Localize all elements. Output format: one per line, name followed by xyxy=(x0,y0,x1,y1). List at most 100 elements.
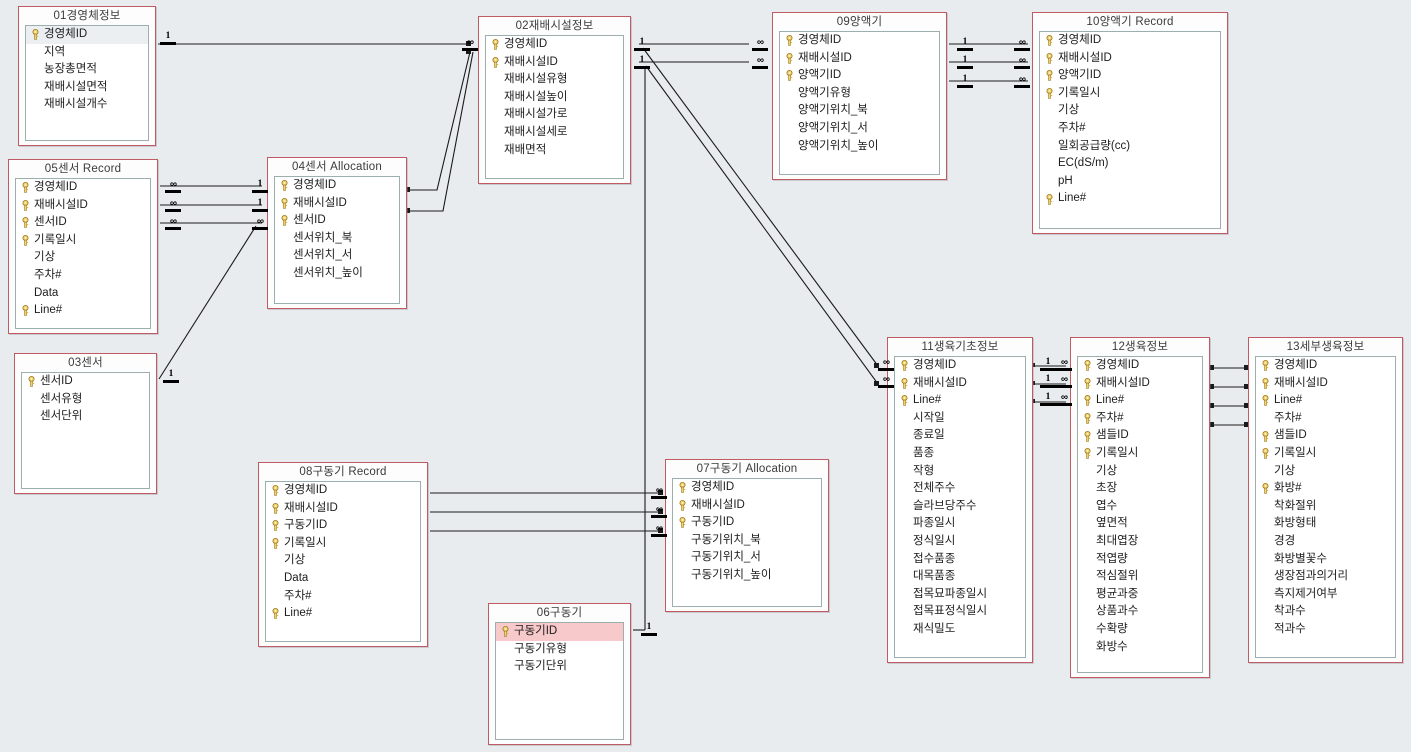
field-row[interactable]: 양액기위치_높이 xyxy=(780,138,939,156)
field-row[interactable]: 최대엽장 xyxy=(1078,533,1202,551)
field-row[interactable]: 측지제거여부 xyxy=(1256,586,1395,604)
field-row[interactable]: 화방별꽃수 xyxy=(1256,551,1395,569)
field-row[interactable]: 기상 xyxy=(16,249,150,267)
field-row[interactable]: 경영체ID xyxy=(16,179,150,197)
field-row[interactable]: 시작일 xyxy=(895,410,1025,428)
field-row[interactable]: 센서ID xyxy=(275,212,399,230)
field-row[interactable]: 구동기위치_높이 xyxy=(673,567,821,585)
field-row[interactable]: 착화절위 xyxy=(1256,498,1395,516)
field-row[interactable]: 재배시설ID xyxy=(16,197,150,215)
table-t13[interactable]: 13세부생육정보 경영체ID 재배시설ID Line# 주차# 샘들ID 기록일시 기상 화방#… xyxy=(1248,337,1403,663)
field-row[interactable]: Line# xyxy=(16,302,150,320)
field-row[interactable]: 센서유형 xyxy=(22,391,149,409)
field-row[interactable]: 파종일시 xyxy=(895,515,1025,533)
field-row[interactable]: 기록일시 xyxy=(266,535,420,553)
field-row[interactable]: 엽수 xyxy=(1078,498,1202,516)
field-row[interactable]: 일회공급량(cc) xyxy=(1040,138,1220,156)
field-row[interactable]: 주차# xyxy=(1040,120,1220,138)
field-row[interactable]: 재배시설면적 xyxy=(26,79,148,97)
field-row[interactable]: 착과수 xyxy=(1256,603,1395,621)
field-row[interactable]: 접수품종 xyxy=(895,551,1025,569)
field-row[interactable]: 재식밀도 xyxy=(895,621,1025,639)
table-t08[interactable]: 08구동기 Record 경영체ID 재배시설ID 구동기ID 기록일시 기상 Data 주차… xyxy=(258,462,428,647)
field-row[interactable]: 양액기ID xyxy=(1040,67,1220,85)
field-row[interactable]: 초장 xyxy=(1078,480,1202,498)
field-row[interactable]: EC(dS/m) xyxy=(1040,155,1220,173)
field-row[interactable]: Data xyxy=(266,570,420,588)
field-row[interactable]: 구동기ID xyxy=(673,514,821,532)
table-t12[interactable]: 12생육정보 경영체ID 재배시설ID Line# 주차# 샘들ID 기록일시 기상 초장 엽수 옆… xyxy=(1070,337,1210,678)
field-row[interactable]: 상품과수 xyxy=(1078,603,1202,621)
field-row[interactable]: 생장점과의거리 xyxy=(1256,568,1395,586)
field-row[interactable]: 샘들ID xyxy=(1078,427,1202,445)
field-row[interactable]: Line# xyxy=(266,605,420,623)
field-row[interactable]: 양액기유형 xyxy=(780,85,939,103)
field-row[interactable]: 경영체ID xyxy=(26,26,148,44)
field-row[interactable]: 재배시설ID xyxy=(1256,375,1395,393)
field-row[interactable]: 재배시설가로 xyxy=(486,106,623,124)
table-t03[interactable]: 03센서 센서ID 센서유형 센서단위 xyxy=(14,353,157,494)
field-row[interactable]: 옆면적 xyxy=(1078,515,1202,533)
field-row[interactable]: 재배시설ID xyxy=(895,375,1025,393)
field-row[interactable]: 재배시설ID xyxy=(673,497,821,515)
field-row[interactable]: 화방# xyxy=(1256,480,1395,498)
field-row[interactable]: 주차# xyxy=(266,588,420,606)
field-row[interactable]: 기상 xyxy=(1040,102,1220,120)
field-row[interactable]: 구동기유형 xyxy=(496,641,623,659)
field-row[interactable]: Line# xyxy=(1256,392,1395,410)
field-row[interactable]: 양액기위치_서 xyxy=(780,120,939,138)
field-row[interactable]: 센서위치_높이 xyxy=(275,265,399,283)
field-row[interactable]: 센서ID xyxy=(16,214,150,232)
field-row[interactable]: 슬라브당주수 xyxy=(895,498,1025,516)
field-row[interactable]: 정식일시 xyxy=(895,533,1025,551)
field-row[interactable]: 평균과중 xyxy=(1078,586,1202,604)
field-row[interactable]: 전체주수 xyxy=(895,480,1025,498)
field-row[interactable]: 기상 xyxy=(1256,463,1395,481)
field-row[interactable]: 재배시설높이 xyxy=(486,89,623,107)
field-row[interactable]: 재배시설ID xyxy=(486,54,623,72)
table-t11[interactable]: 11생육기초정보 경영체ID 재배시설ID Line# 시작일 종료일 품종 작형 전체주수 슬라… xyxy=(887,337,1033,663)
table-t05[interactable]: 05센서 Record 경영체ID 재배시설ID 센서ID 기록일시 기상 주차# Data L… xyxy=(8,159,158,334)
field-row[interactable]: 대목품종 xyxy=(895,568,1025,586)
field-row[interactable]: 접목표정식일시 xyxy=(895,603,1025,621)
field-row[interactable]: 적엽량 xyxy=(1078,551,1202,569)
table-t06[interactable]: 06구동기 구동기ID 구동기유형 구동기단위 xyxy=(488,603,631,745)
field-row[interactable]: 구동기위치_서 xyxy=(673,549,821,567)
field-row[interactable]: 경영체ID xyxy=(1078,357,1202,375)
field-row[interactable]: 재배시설ID xyxy=(266,500,420,518)
field-row[interactable]: 주차# xyxy=(16,267,150,285)
field-row[interactable]: 주차# xyxy=(1256,410,1395,428)
field-row[interactable]: 경영체ID xyxy=(486,36,623,54)
field-row[interactable]: 품종 xyxy=(895,445,1025,463)
field-row[interactable]: 적과수 xyxy=(1256,621,1395,639)
table-t04[interactable]: 04센서 Allocation 경영체ID 재배시설ID 센서ID 센서위치_북 센서위치… xyxy=(267,157,407,309)
field-row[interactable]: 농장총면적 xyxy=(26,61,148,79)
field-row[interactable]: Line# xyxy=(1040,190,1220,208)
field-row[interactable]: 화방수 xyxy=(1078,639,1202,657)
field-row[interactable]: 센서ID xyxy=(22,373,149,391)
field-row[interactable]: 센서단위 xyxy=(22,408,149,426)
field-row[interactable]: 재배시설세로 xyxy=(486,124,623,142)
table-t10[interactable]: 10양액기 Record 경영체ID 재배시설ID 양액기ID 기록일시 기상 주차# 일회공… xyxy=(1032,12,1228,234)
field-row[interactable]: 경영체ID xyxy=(1256,357,1395,375)
field-row[interactable]: 경경 xyxy=(1256,533,1395,551)
field-row[interactable]: 경영체ID xyxy=(266,482,420,500)
field-row[interactable]: 수확량 xyxy=(1078,621,1202,639)
field-row[interactable]: 재배면적 xyxy=(486,142,623,160)
field-row[interactable]: 양액기ID xyxy=(780,67,939,85)
field-row[interactable]: Line# xyxy=(895,392,1025,410)
field-row[interactable]: 기록일시 xyxy=(16,232,150,250)
field-row[interactable]: 주차# xyxy=(1078,410,1202,428)
field-row[interactable]: 구동기ID xyxy=(266,517,420,535)
field-row[interactable]: 재배시설ID xyxy=(1078,375,1202,393)
field-row[interactable]: Data xyxy=(16,285,150,303)
field-row[interactable]: 구동기ID xyxy=(496,623,623,641)
table-t09[interactable]: 09양액기 경영체ID 재배시설ID 양액기ID 양액기유형 양액기위치_북 양액기위치_서… xyxy=(772,12,947,180)
field-row[interactable]: 종료일 xyxy=(895,427,1025,445)
field-row[interactable]: 기상 xyxy=(266,552,420,570)
field-row[interactable]: 기록일시 xyxy=(1078,445,1202,463)
field-row[interactable]: 재배시설ID xyxy=(780,50,939,68)
field-row[interactable]: 기록일시 xyxy=(1256,445,1395,463)
field-row[interactable]: 기록일시 xyxy=(1040,85,1220,103)
field-row[interactable]: 재배시설유형 xyxy=(486,71,623,89)
